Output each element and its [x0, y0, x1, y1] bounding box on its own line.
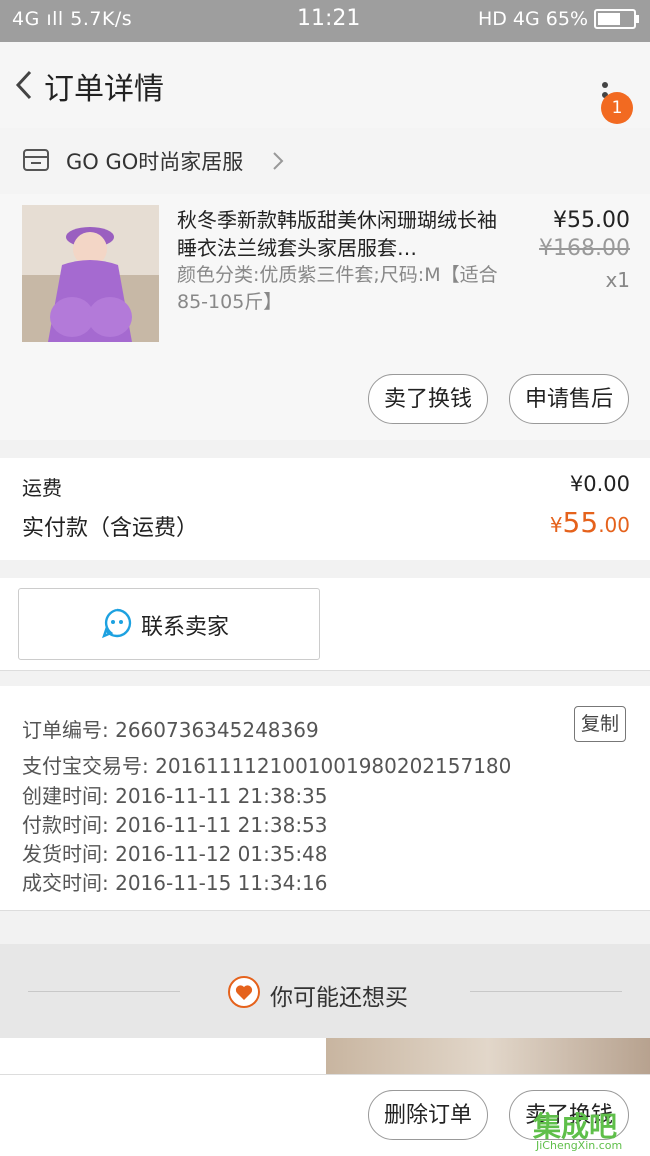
- shipped-time: 发货时间: 2016-11-12 01:35:48: [22, 842, 328, 866]
- sell-button[interactable]: 卖了换钱: [368, 374, 488, 424]
- recommend-items-preview[interactable]: [0, 1038, 650, 1074]
- order-number: 订单编号: 2660736345248369: [22, 718, 319, 742]
- contact-seller-button[interactable]: 联系卖家: [18, 588, 320, 660]
- recommend-header: 你可能还想买: [0, 944, 650, 1038]
- product-image[interactable]: [22, 205, 159, 342]
- shipping-label: 运费: [22, 476, 62, 500]
- watermark-url: JiChengXin.com: [536, 1139, 623, 1152]
- recommend-item-image[interactable]: [326, 1038, 650, 1074]
- product-quantity: x1: [605, 268, 630, 292]
- product-price: ¥55.00: [553, 208, 630, 233]
- network-battery-text: HD 4G 65%: [477, 8, 588, 30]
- contact-seller-label: 联系卖家: [141, 615, 230, 640]
- paid-symbol: ¥: [549, 513, 563, 537]
- chevron-right-icon: [273, 152, 284, 170]
- totals-section: 运费 ¥0.00 实付款（含运费） ¥55.00: [0, 458, 650, 560]
- paid-dec: .00: [598, 513, 630, 537]
- completed-time: 成交时间: 2016-11-15 11:34:16: [22, 871, 328, 895]
- chevron-left-icon[interactable]: [8, 66, 46, 104]
- shop-name: GO GO时尚家居服: [66, 150, 244, 174]
- product-spec: 颜色分类:优质紫三件套;尺码:M【适合85-105斤】: [177, 264, 498, 313]
- heart-icon: [228, 976, 260, 1008]
- nav-header: 订单详情 1: [0, 42, 650, 128]
- status-right: HD 4G 65%: [477, 8, 639, 30]
- status-bar: 4G ıll 5.7K/s 11:21 HD 4G 65%: [0, 0, 650, 42]
- product-original-price: ¥168.00: [539, 236, 630, 261]
- paid-amount: ¥55.00: [550, 506, 630, 539]
- paid-int: 55: [562, 506, 599, 539]
- delete-order-button[interactable]: 删除订单: [368, 1090, 488, 1140]
- order-info-section: 订单编号: 2660736345248369 复制 支付宝交易号: 201611…: [0, 686, 650, 911]
- network-status: 4G ıll 5.7K/s: [12, 8, 133, 30]
- notification-badge: 1: [601, 92, 633, 124]
- chat-bubble-icon: [102, 608, 132, 639]
- alipay-number: 支付宝交易号: 2016111121001001980202157180: [22, 754, 512, 778]
- page-title: 订单详情: [44, 72, 164, 107]
- clock: 11:21: [297, 6, 361, 31]
- after-sale-button[interactable]: 申请售后: [509, 374, 629, 424]
- store-icon: [23, 149, 49, 171]
- paid-label: 实付款（含运费）: [22, 516, 199, 541]
- divider-right: [470, 991, 622, 992]
- contact-section: 联系卖家: [0, 578, 650, 671]
- paid-time: 付款时间: 2016-11-11 21:38:53: [22, 813, 328, 837]
- divider-left: [28, 991, 180, 992]
- recommend-label: 你可能还想买: [270, 985, 408, 1011]
- bottom-action-bar: 删除订单 卖了换钱 集成吧 JiChengXin.com: [0, 1074, 650, 1156]
- product-item[interactable]: 秋冬季新款韩版甜美休闲珊瑚绒长袖睡衣法兰绒套头家居服套… 颜色分类:优质紫三件套…: [0, 194, 650, 440]
- shop-row[interactable]: GO GO时尚家居服: [0, 128, 650, 194]
- battery-icon: [594, 9, 639, 29]
- copy-button[interactable]: 复制: [574, 706, 626, 742]
- created-time: 创建时间: 2016-11-11 21:38:35: [22, 784, 328, 808]
- shipping-value: ¥0.00: [569, 472, 630, 496]
- product-name: 秋冬季新款韩版甜美休闲珊瑚绒长袖睡衣法兰绒套头家居服套…: [177, 208, 497, 260]
